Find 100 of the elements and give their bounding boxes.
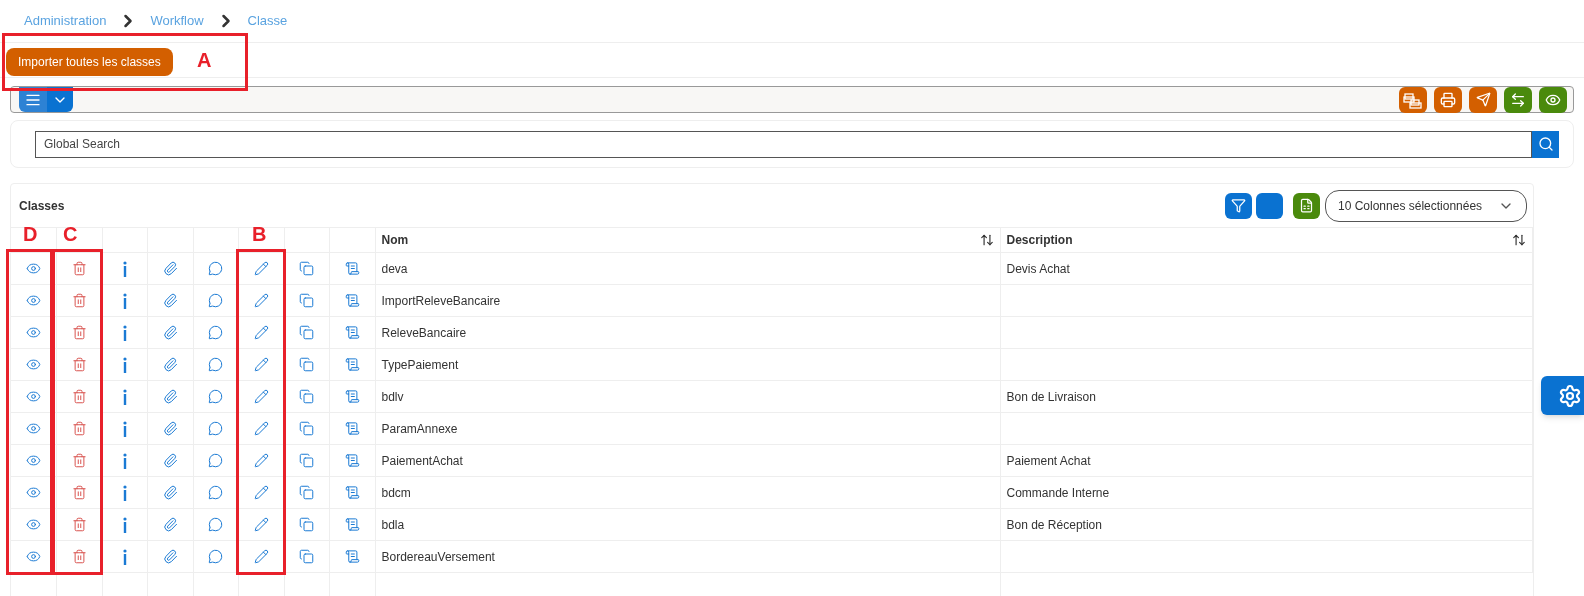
document-icon[interactable] bbox=[344, 261, 360, 276]
speech-bubble-icon[interactable] bbox=[208, 261, 224, 276]
info-icon[interactable] bbox=[121, 292, 128, 309]
pencil-icon[interactable] bbox=[253, 389, 269, 404]
eye-icon[interactable] bbox=[26, 421, 41, 436]
pencil-icon[interactable] bbox=[253, 549, 269, 564]
document-icon[interactable] bbox=[344, 293, 360, 308]
speech-bubble-icon[interactable] bbox=[208, 549, 224, 564]
speech-bubble-icon[interactable] bbox=[208, 421, 224, 436]
breadcrumb-link[interactable]: Classe bbox=[247, 11, 288, 31]
copy-icon[interactable] bbox=[299, 453, 315, 468]
trash-icon[interactable] bbox=[71, 517, 87, 532]
info-icon[interactable] bbox=[121, 388, 128, 405]
document-icon[interactable] bbox=[344, 485, 360, 500]
eye-icon[interactable] bbox=[26, 261, 41, 276]
document-icon[interactable] bbox=[344, 325, 360, 340]
transfer-button[interactable] bbox=[1504, 86, 1532, 113]
info-icon[interactable] bbox=[121, 548, 128, 565]
eye-icon[interactable] bbox=[26, 517, 41, 532]
sort-icon[interactable] bbox=[979, 233, 994, 247]
speech-bubble-icon[interactable] bbox=[208, 517, 224, 532]
paperclip-icon[interactable] bbox=[162, 293, 178, 308]
trash-icon[interactable] bbox=[71, 421, 87, 436]
pencil-icon[interactable] bbox=[253, 453, 269, 468]
paperclip-icon[interactable] bbox=[162, 325, 178, 340]
trash-icon[interactable] bbox=[71, 293, 87, 308]
settings-button[interactable] bbox=[1541, 376, 1584, 415]
pencil-icon[interactable] bbox=[253, 421, 269, 436]
copy-icon[interactable] bbox=[299, 325, 315, 340]
trash-icon[interactable] bbox=[71, 325, 87, 340]
blank-button[interactable] bbox=[1256, 192, 1283, 219]
info-icon[interactable] bbox=[121, 356, 128, 373]
copy-icon[interactable] bbox=[299, 485, 315, 500]
column-header[interactable]: Nom bbox=[381, 231, 409, 249]
info-icon[interactable] bbox=[121, 516, 128, 533]
info-icon[interactable] bbox=[121, 420, 128, 437]
eye-icon[interactable] bbox=[26, 293, 41, 308]
excel-export-button[interactable] bbox=[1293, 192, 1320, 219]
eye-icon[interactable] bbox=[26, 325, 41, 340]
pencil-icon[interactable] bbox=[253, 293, 269, 308]
pencil-icon[interactable] bbox=[253, 485, 269, 500]
columns-select[interactable]: 10 Colonnes sélectionnées bbox=[1325, 189, 1527, 222]
speech-bubble-icon[interactable] bbox=[208, 357, 224, 372]
speech-bubble-icon[interactable] bbox=[208, 453, 224, 468]
paperclip-icon[interactable] bbox=[162, 485, 178, 500]
info-icon[interactable] bbox=[121, 260, 128, 277]
eye-icon[interactable] bbox=[26, 485, 41, 500]
trash-icon[interactable] bbox=[71, 389, 87, 404]
pencil-icon[interactable] bbox=[253, 517, 269, 532]
copy-icon[interactable] bbox=[299, 389, 315, 404]
print-batch-button[interactable] bbox=[1399, 86, 1427, 113]
import-button[interactable]: Importer toutes les classes bbox=[6, 48, 173, 76]
view-button[interactable] bbox=[1539, 86, 1567, 113]
dropdown-button[interactable] bbox=[47, 87, 73, 112]
copy-icon[interactable] bbox=[299, 549, 315, 564]
trash-icon[interactable] bbox=[71, 485, 87, 500]
trash-icon[interactable] bbox=[71, 261, 87, 276]
paperclip-icon[interactable] bbox=[162, 421, 178, 436]
copy-icon[interactable] bbox=[299, 261, 315, 276]
search-field[interactable]: Global Search bbox=[35, 130, 1532, 158]
trash-icon[interactable] bbox=[71, 357, 87, 372]
document-icon[interactable] bbox=[344, 389, 360, 404]
trash-icon[interactable] bbox=[71, 453, 87, 468]
speech-bubble-icon[interactable] bbox=[208, 389, 224, 404]
breadcrumb-link[interactable]: Workflow bbox=[150, 11, 204, 31]
document-icon[interactable] bbox=[344, 549, 360, 564]
document-icon[interactable] bbox=[344, 517, 360, 532]
filter-button[interactable] bbox=[1225, 192, 1252, 219]
document-icon[interactable] bbox=[344, 453, 360, 468]
paperclip-icon[interactable] bbox=[162, 261, 178, 276]
copy-icon[interactable] bbox=[299, 517, 315, 532]
print-button[interactable] bbox=[1434, 86, 1462, 113]
speech-bubble-icon[interactable] bbox=[208, 485, 224, 500]
eye-icon[interactable] bbox=[26, 453, 41, 468]
breadcrumb-link[interactable]: Administration bbox=[24, 11, 107, 31]
paperclip-icon[interactable] bbox=[162, 517, 178, 532]
copy-icon[interactable] bbox=[299, 421, 315, 436]
sort-icon[interactable] bbox=[1512, 233, 1526, 247]
document-icon[interactable] bbox=[344, 357, 360, 372]
info-icon[interactable] bbox=[121, 452, 128, 469]
copy-icon[interactable] bbox=[299, 357, 315, 372]
pencil-icon[interactable] bbox=[253, 261, 269, 276]
copy-icon[interactable] bbox=[299, 293, 315, 308]
info-icon[interactable] bbox=[121, 484, 128, 501]
trash-icon[interactable] bbox=[71, 549, 87, 564]
paperclip-icon[interactable] bbox=[162, 357, 178, 372]
info-icon[interactable] bbox=[121, 324, 128, 341]
paperclip-icon[interactable] bbox=[162, 549, 178, 564]
speech-bubble-icon[interactable] bbox=[208, 325, 224, 340]
pencil-icon[interactable] bbox=[253, 325, 269, 340]
paperclip-icon[interactable] bbox=[162, 389, 178, 404]
paperclip-icon[interactable] bbox=[162, 453, 178, 468]
eye-icon[interactable] bbox=[26, 357, 41, 372]
speech-bubble-icon[interactable] bbox=[208, 293, 224, 308]
eye-icon[interactable] bbox=[26, 389, 41, 404]
search-button[interactable] bbox=[1532, 130, 1559, 158]
send-button[interactable] bbox=[1469, 86, 1497, 113]
list-view-button[interactable] bbox=[19, 87, 47, 112]
pencil-icon[interactable] bbox=[253, 357, 269, 372]
document-icon[interactable] bbox=[344, 421, 360, 436]
